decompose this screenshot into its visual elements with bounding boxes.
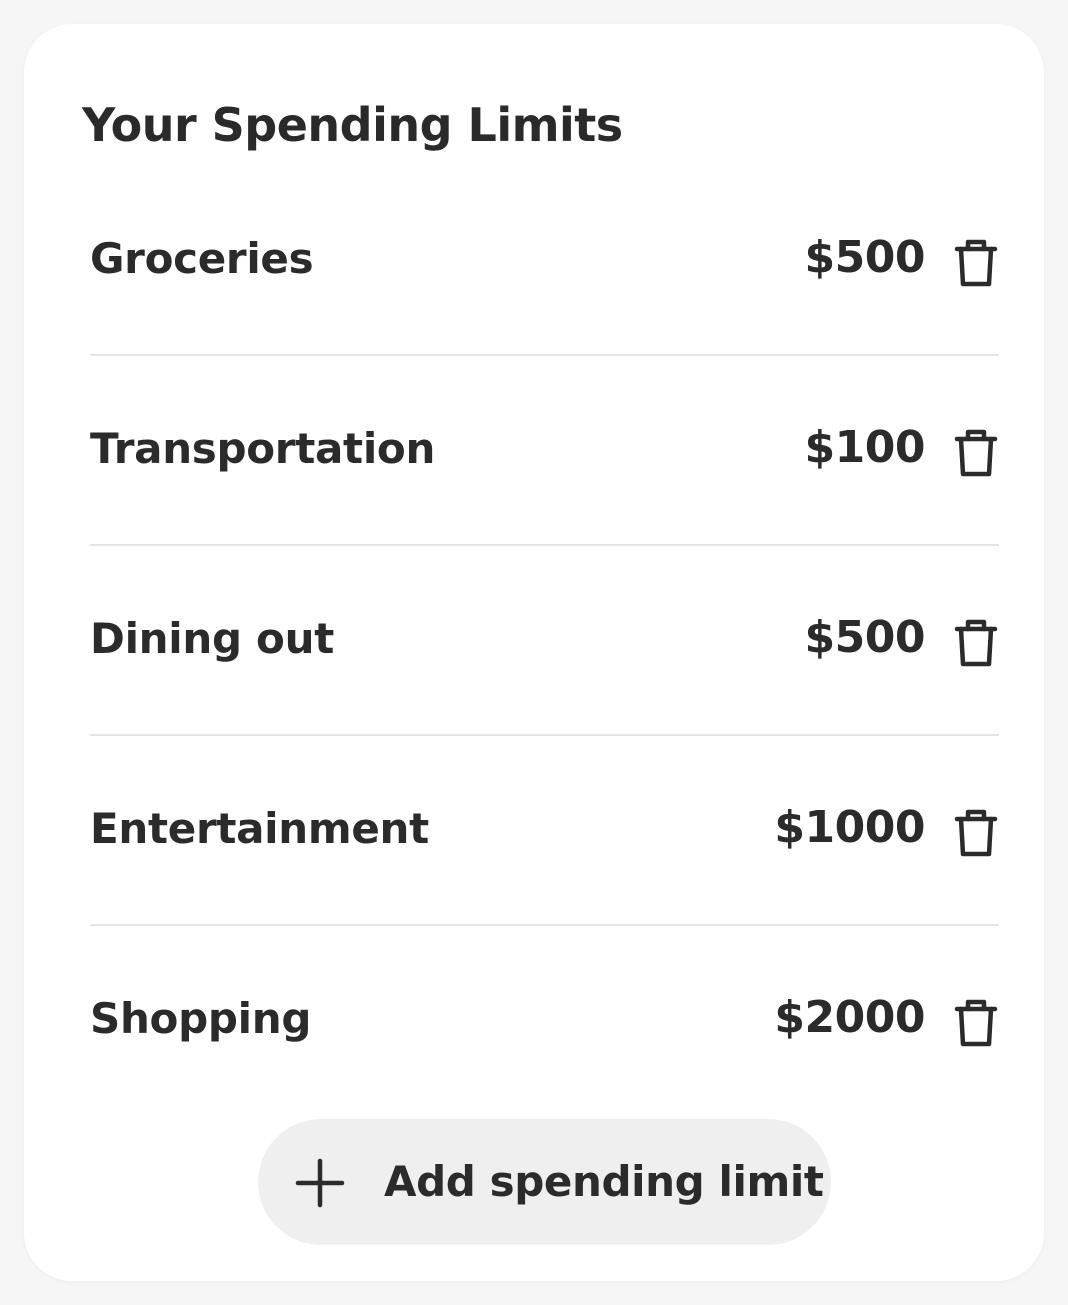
limit-category-label: Groceries [90, 234, 314, 283]
spending-limit-row: Shopping $2000 [90, 926, 999, 1116]
add-spending-limit-button[interactable]: Add spending limit [258, 1119, 831, 1245]
limit-category-label: Entertainment [90, 804, 429, 853]
limit-category-label: Transportation [90, 424, 436, 473]
trash-icon[interactable] [953, 998, 999, 1048]
limit-category-label: Dining out [90, 614, 334, 663]
limit-amount: $500 [804, 232, 926, 283]
add-spending-limit-label: Add spending limit [384, 1157, 824, 1206]
trash-icon[interactable] [953, 428, 999, 478]
limit-amount: $500 [804, 612, 926, 663]
spending-limit-row: Groceries $500 [90, 166, 999, 356]
plus-icon [294, 1157, 346, 1209]
trash-icon[interactable] [953, 618, 999, 668]
spending-limit-row: Dining out $500 [90, 546, 999, 736]
trash-icon[interactable] [953, 238, 999, 288]
limit-amount: $1000 [774, 802, 925, 853]
limit-amount: $100 [804, 422, 926, 473]
limit-amount: $2000 [774, 992, 925, 1043]
spending-limits-card: Your Spending Limits Groceries $500 Tran… [24, 24, 1044, 1281]
spending-limit-row: Transportation $100 [90, 356, 999, 546]
trash-icon[interactable] [953, 808, 999, 858]
spending-limit-row: Entertainment $1000 [90, 736, 999, 926]
limit-category-label: Shopping [90, 994, 312, 1043]
spending-limits-list: Groceries $500 Transportation $100 Dinin… [90, 166, 999, 1116]
card-title: Your Spending Limits [82, 98, 623, 152]
